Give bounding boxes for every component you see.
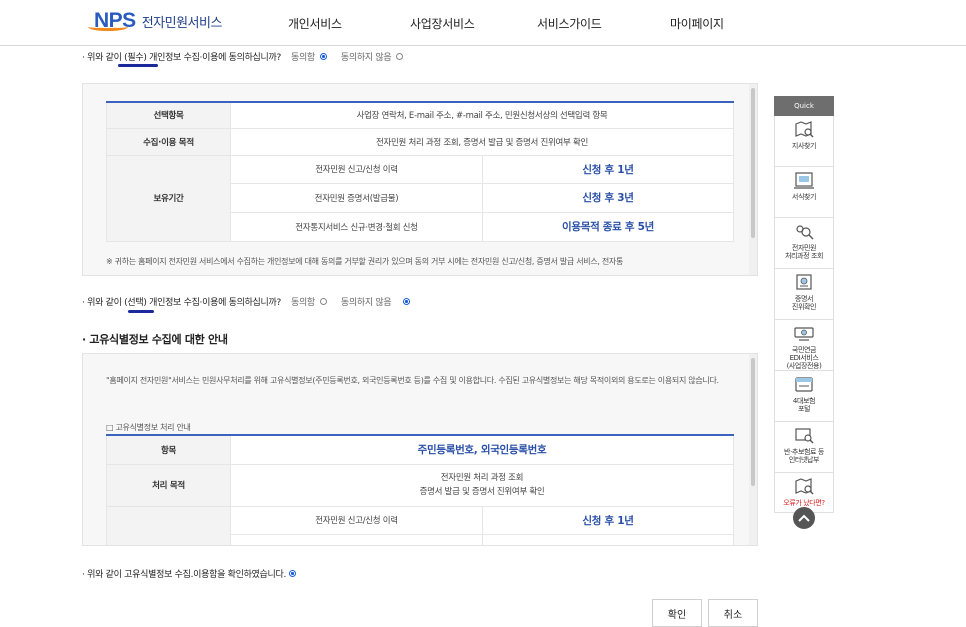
required-consent-table: 선택항목 사업장 연락처, E-mail 주소, #-mail 주소, 민원신청… [106,101,734,242]
nav-service-guide[interactable]: 서비스가이드 [537,15,602,32]
nav-my-page[interactable]: 마이페이지 [670,15,724,32]
quick-menu: Quick 지사찾기 서식찾기 전자민원 처리과정 조회 증명서 진위확인 국민… [774,96,834,513]
error-help-icon [795,478,814,495]
required-disagree-label[interactable]: 동의하지 않음 [341,50,392,63]
retention-period [482,533,734,545]
retention-item: 전자민원 증명서(발급물) [230,182,483,213]
quick-edi-service[interactable]: 국민연금 EDI서비스 (사업장전용) [774,320,834,371]
unique-id-confirm-text: · 위와 같이 고유식별정보 수집.이용함을 확인하였습니다. [82,570,287,580]
purpose-header: 처리 목적 [106,463,231,507]
quick-internet-payment[interactable]: 반·추보험료 등 인터넷납부 [774,422,834,473]
retention-period: 신청 후 1년 [482,505,734,535]
logo-mark: NPS [88,9,136,33]
required-disagree-radio[interactable] [396,53,404,60]
certificate-check-icon [796,274,812,290]
retention-period: 신청 후 1년 [482,154,734,184]
required-consent-scroll-box[interactable]: 선택항목 사업장 연락처, E-mail 주소, #-mail 주소, 민원신청… [82,83,758,276]
quick-branch-search[interactable]: 지사찾기 [774,116,834,167]
cancel-button[interactable]: 취소 [708,599,758,627]
quick-item-label: 오류가 났다면? [783,499,825,507]
purpose-value: 전자민원 처리 과정 조회, 증명서 발급 및 증명서 진위여부 확인 [230,127,734,156]
map-search-icon [795,121,814,138]
refusal-right-note: ※ 귀하는 홈페이지 전자민원 서비스에서 수집하는 개인정보에 대해 동의를 … [106,257,624,266]
unique-id-intro: "홈페이지 전자민원"서비스는 민원사무처리를 위해 고유식별정보(주민등록번호… [106,376,719,385]
edi-service-icon [794,327,814,341]
retention-item: 전자민원 신고/신청 이력 [230,505,483,535]
process-search-icon [796,225,814,240]
quick-menu-title: Quick [774,96,834,116]
quick-certificate-check[interactable]: 증명서 진위확인 [774,269,834,320]
item-value: 사업장 연락처, E-mail 주소, #-mail 주소, 민원신청서상의 선… [230,101,734,129]
item-header: 선택항목 [106,101,231,129]
insurance-portal-icon [795,377,813,392]
quick-item-label: 4대보험 포털 [792,397,816,413]
unique-id-section-title: · 고유식별정보 수집에 대한 안내 [82,333,228,346]
quick-item-label: 증명서 진위확인 [791,295,817,311]
required-consent-question: · 위와 같이 (필수) 개인정보 수집·이용에 동의하십니까? [82,53,281,63]
retention-period: 신청 후 3년 [482,182,734,213]
retention-item: 전자통지서비스 신규·변경·철회 신청 [230,211,483,242]
item-value: 주민등록번호, 외국인등록번호 [230,434,734,465]
quick-process-search[interactable]: 전자민원 처리과정 조회 [774,218,834,269]
optional-agree-radio[interactable] [319,298,327,305]
unique-id-confirm-row: · 위와 같이 고유식별정보 수집.이용함을 확인하였습니다. [82,567,297,580]
quick-item-label: 지사찾기 [791,142,817,150]
item-header: 항목 [106,434,231,465]
header: NPS 전자민원서비스 개인서비스 사업장서비스 서비스가이드 마이페이지 [0,0,966,46]
retention-item [230,533,483,545]
logo-text: 전자민원서비스 [141,15,223,31]
confirm-button[interactable]: 확인 [652,599,702,627]
nav-business-service[interactable]: 사업장서비스 [410,15,475,32]
purpose-line: 전자민원 처리 과정 조회 [440,473,524,483]
unique-id-scroll-box[interactable]: "홈페이지 전자민원"서비스는 민원사무처리를 위해 고유식별정보(주민등록번호… [82,353,758,546]
retention-period: 이용목적 종료 후 5년 [482,211,734,242]
quick-insurance-portal[interactable]: 4대보험 포털 [774,371,834,422]
unique-id-table: 항목 주민등록번호, 외국인등록번호 처리 목적 전자민원 처리 과정 조회 증… [106,434,734,545]
required-agree-label[interactable]: 동의함 [291,50,315,63]
nps-logo[interactable]: NPS 전자민원서비스 [88,9,223,33]
retention-header: 보유기간 [106,154,231,242]
unique-id-confirm-radio[interactable] [289,570,297,577]
retention-header [106,505,231,545]
nav-personal-service[interactable]: 개인서비스 [288,15,342,32]
optional-agree-label[interactable]: 동의함 [291,295,315,308]
required-agree-radio[interactable] [319,53,327,60]
pen-underline-mark [128,310,154,313]
quick-form-search[interactable]: 서식찾기 [774,167,834,218]
form-search-icon [794,172,814,189]
quick-item-label: 반·추보험료 등 인터넷납부 [784,448,824,464]
retention-item: 전자민원 신고/신청 이력 [230,154,483,184]
optional-disagree-label[interactable]: 동의하지 않음 [341,295,392,308]
scrollbar[interactable] [749,84,757,275]
chevron-up-icon [798,514,810,522]
purpose-header: 수집·이용 목적 [106,127,231,156]
pen-underline-mark [118,64,158,67]
required-consent-row: · 위와 같이 (필수) 개인정보 수집·이용에 동의하십니까? 동의함 동의하… [82,50,404,63]
scroll-top-button[interactable] [793,507,815,529]
unique-id-subheading: □ 고유식별정보 처리 안내 [106,423,191,432]
purpose-line: 증명서 발급 및 증명서 진위여부 확인 [419,487,545,497]
purpose-value: 전자민원 처리 과정 조회 증명서 발급 및 증명서 진위여부 확인 [230,463,734,507]
optional-disagree-radio[interactable] [403,298,411,305]
quick-item-label: 전자민원 처리과정 조회 [784,244,824,260]
quick-item-label: 국민연금 EDI서비스 (사업장전용) [786,346,822,370]
quick-item-label: 서식찾기 [791,193,817,201]
scrollbar[interactable] [749,354,757,545]
internet-payment-icon [795,428,814,444]
optional-consent-question: · 위와 같이 (선택) 개인정보 수집·이용에 동의하십니까? [82,298,281,308]
optional-consent-row: · 위와 같이 (선택) 개인정보 수집·이용에 동의하십니까? 동의함 동의하… [82,295,411,308]
